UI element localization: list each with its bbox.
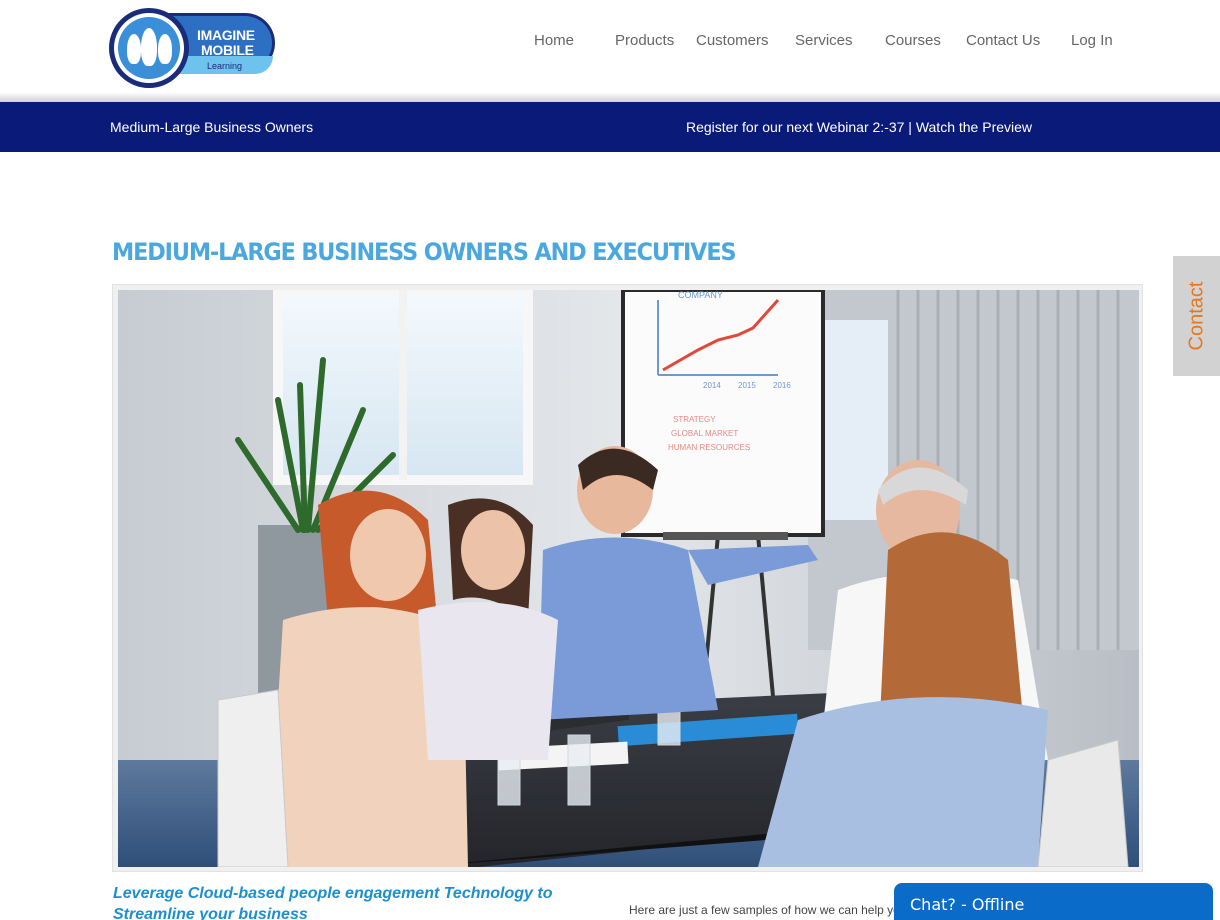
nav-contact-us[interactable]: Contact Us: [966, 32, 1040, 49]
chat-widget-label: Chat? - Offline: [910, 895, 1025, 914]
samples-intro-text: Here are just a few samples of how we ca…: [629, 903, 900, 917]
nav-log-in[interactable]: Log In: [1071, 32, 1113, 49]
flipchart-note-2: GLOBAL MARKET: [671, 429, 738, 438]
watch-preview-link[interactable]: Watch the Preview: [916, 119, 1032, 135]
contact-side-tab[interactable]: Contact: [1173, 256, 1220, 376]
flipchart-note-3: HUMAN RESOURCES: [668, 443, 750, 452]
header-shadow: [0, 92, 1220, 102]
link-separator: |: [908, 119, 912, 135]
flipchart-year-1: 2014: [703, 381, 721, 390]
flipchart-heading: COMPANY: [678, 290, 723, 300]
hero-image-frame: COMPANY 2014 2015 2016 STRATEGY GLOBAL M…: [112, 284, 1143, 872]
nav-courses[interactable]: Courses: [885, 32, 941, 49]
register-webinar-link[interactable]: Register for our next Webinar 2:-37: [686, 119, 904, 135]
site-header: IMAGINE MOBILE Learning Home Products Cu…: [0, 0, 1220, 100]
announcement-bar: Medium-Large Business Owners Register fo…: [0, 102, 1220, 152]
nav-customers[interactable]: Customers: [696, 32, 769, 49]
nav-products[interactable]: Products: [615, 32, 674, 49]
logo-text-learning: Learning: [207, 61, 243, 71]
flipchart-year-3: 2016: [773, 381, 791, 390]
main-nav: Home Products Customers Services Courses…: [0, 32, 1220, 52]
audience-label: Medium-Large Business Owners: [110, 119, 314, 135]
contact-side-tab-label: Contact: [1185, 281, 1207, 351]
chat-widget-button[interactable]: Chat? - Offline: [894, 883, 1213, 920]
nav-services[interactable]: Services: [795, 32, 853, 49]
page-title: MEDIUM-LARGE BUSINESS OWNERS AND EXECUTI…: [112, 238, 737, 266]
webinar-links: Register for our next Webinar 2:-37 | Wa…: [686, 119, 1032, 135]
nav-home[interactable]: Home: [534, 32, 574, 49]
flipchart-year-2: 2015: [738, 381, 756, 390]
hero-image-business-meeting: COMPANY 2014 2015 2016 STRATEGY GLOBAL M…: [118, 290, 1139, 867]
flipchart-note-1: STRATEGY: [673, 415, 716, 424]
lead-heading: Leverage Cloud-based people engagement T…: [113, 885, 553, 920]
